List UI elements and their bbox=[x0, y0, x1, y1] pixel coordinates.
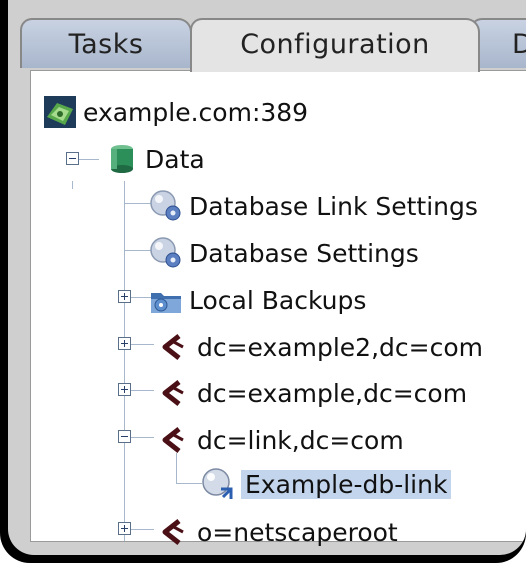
tree-connector bbox=[176, 483, 202, 484]
expand-toggle[interactable] bbox=[118, 383, 131, 396]
tree-node-label: Local Backups bbox=[189, 285, 367, 315]
tree-connector bbox=[130, 344, 154, 345]
tree-node-label: dc=example2,dc=com bbox=[197, 332, 483, 362]
tree-connector bbox=[130, 390, 154, 391]
database-icon bbox=[111, 145, 133, 173]
tree-node-label: dc=example,dc=com bbox=[197, 378, 468, 408]
suffix-icon bbox=[162, 519, 184, 545]
tree-node-suffix-example[interactable]: dc=example,dc=com bbox=[157, 372, 467, 414]
window-frame: Tasks Di Configuration bbox=[0, 0, 526, 563]
tree-node-database-settings[interactable]: Database Settings bbox=[149, 232, 419, 274]
tree-node-suffix-link[interactable]: dc=link,dc=com bbox=[157, 419, 404, 461]
tree-connector bbox=[79, 159, 99, 160]
expand-toggle[interactable] bbox=[118, 337, 131, 350]
suffix-icon bbox=[162, 380, 184, 406]
settings-gear-icon bbox=[150, 237, 181, 268]
tab-tasks[interactable]: Tasks bbox=[20, 18, 192, 68]
tree-connector bbox=[130, 437, 154, 438]
collapse-toggle[interactable] bbox=[66, 152, 79, 165]
tree-node-label: o=netscaperoot bbox=[197, 517, 398, 547]
tree-node-label: Database Settings bbox=[189, 238, 419, 268]
tree-node-suffix-netscaperoot[interactable]: o=netscaperoot bbox=[157, 511, 398, 553]
tree-node-label: example.com:389 bbox=[83, 97, 309, 127]
expand-toggle[interactable] bbox=[118, 290, 131, 303]
tree-node-data[interactable]: Data bbox=[105, 138, 205, 180]
tree-connector bbox=[124, 181, 125, 541]
tree-node-example-db-link[interactable]: Example-db-link bbox=[201, 463, 452, 505]
tree-node-label: Example-db-link bbox=[241, 469, 452, 499]
tree-node-database-link-settings[interactable]: Database Link Settings bbox=[149, 185, 478, 227]
tree-node-label: dc=link,dc=com bbox=[197, 425, 404, 455]
tree-node-suffix-example2[interactable]: dc=example2,dc=com bbox=[157, 326, 483, 368]
backup-folder-icon bbox=[151, 293, 181, 313]
tree-node-label: Database Link Settings bbox=[189, 191, 478, 221]
tree-node-root[interactable]: example.com:389 bbox=[43, 91, 308, 133]
server-icon bbox=[44, 96, 76, 128]
suffix-icon bbox=[162, 334, 184, 360]
tree-node-label: Data bbox=[145, 144, 205, 174]
tab-configuration[interactable]: Configuration bbox=[190, 18, 480, 72]
configuration-tree[interactable]: example.com:389 Data Database Link Setti… bbox=[30, 70, 526, 547]
console-panel: Tasks Di Configuration bbox=[8, 0, 526, 555]
settings-gear-icon bbox=[150, 190, 181, 221]
tree-node-local-backups[interactable]: Local Backups bbox=[149, 279, 366, 321]
tree-connector bbox=[130, 529, 154, 530]
db-link-icon bbox=[202, 468, 233, 499]
suffix-icon bbox=[162, 427, 184, 453]
tree-connector bbox=[72, 181, 73, 189]
expand-toggle[interactable] bbox=[118, 522, 131, 535]
collapse-toggle[interactable] bbox=[118, 430, 131, 443]
